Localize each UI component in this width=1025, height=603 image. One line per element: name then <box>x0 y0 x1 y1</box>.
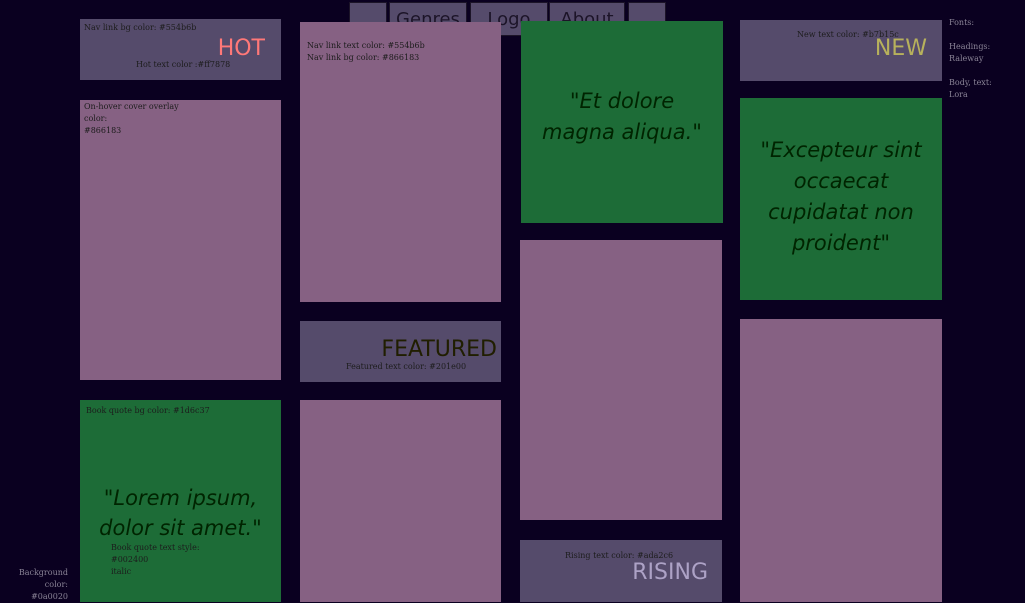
quote-2-line-1: "Et dolore <box>569 89 675 113</box>
hot-tile[interactable]: Nav link bg color: #554b6b HOT Hot text … <box>80 19 281 80</box>
overlay-note-1: On-hover cover overlay <box>84 102 179 111</box>
background-note-1: Background <box>18 568 68 577</box>
quote-style-note-3: italic <box>111 567 132 576</box>
rising-label: RISING <box>632 560 708 585</box>
cover-tile-col2-bottom[interactable] <box>300 400 501 602</box>
hot-label: HOT <box>217 36 265 61</box>
quote-style-note-1: Book quote text style: <box>111 543 200 552</box>
cover-tile-overlay[interactable]: On-hover cover overlay color: #866183 <box>80 100 281 380</box>
featured-note: Featured text color: #201e00 <box>346 362 467 371</box>
cover-tile-col4-bottom[interactable] <box>740 319 942 602</box>
nav-text-note-2: Nav link bg color: #866183 <box>307 53 420 62</box>
quote-3-line-1: "Excepteur sint <box>760 138 922 162</box>
body-label: Body, text: <box>949 78 992 87</box>
overlay-note-3: #866183 <box>84 126 122 135</box>
headings-font: Raleway <box>949 54 984 63</box>
quote-style-note-2: #002400 <box>111 555 149 564</box>
book-quote-tile-1[interactable]: Book quote bg color: #1d6c37 "Lorem ipsu… <box>80 400 281 602</box>
body-font: Lora <box>949 90 968 99</box>
book-quote-tile-3[interactable]: "Excepteur sint occaecat cupidatat non p… <box>740 98 942 300</box>
quote-bg-note: Book quote bg color: #1d6c37 <box>86 406 210 415</box>
cover-tile-col3-middle[interactable] <box>520 240 722 520</box>
headings-label: Headings: <box>949 42 991 51</box>
quote-1-line-1: "Lorem ipsum, <box>103 486 258 510</box>
quote-2-line-2: magna aliqua." <box>542 120 702 144</box>
overlay-note-2: color: <box>84 114 108 123</box>
hot-note-top: Nav link bg color: #554b6b <box>84 23 197 32</box>
new-label: NEW <box>874 36 927 61</box>
rising-tile[interactable]: Rising text color: #ada2c6 RISING <box>520 540 722 602</box>
hot-note-bottom: Hot text color :#ff7878 <box>136 60 231 69</box>
quote-text-3: "Excepteur sint occaecat cupidatat non p… <box>740 135 942 259</box>
featured-tile[interactable]: FEATURED Featured text color: #201e00 <box>300 321 501 382</box>
background-note-2: color: <box>44 580 68 589</box>
new-tile[interactable]: New text color: #b7b15c NEW <box>740 20 942 81</box>
background-note-3: #0a0020 <box>31 592 68 601</box>
quote-text-1: "Lorem ipsum, dolor sit amet." <box>80 483 281 543</box>
quote-3-line-4: proident" <box>791 231 891 255</box>
background-color-note: Background color: #0a0020 <box>10 567 68 603</box>
quote-3-line-2: occaecat <box>793 169 889 193</box>
quote-3-line-3: cupidatat non <box>768 200 914 224</box>
quote-text-2: "Et dolore magna aliqua." <box>521 86 723 148</box>
quote-1-line-2: dolor sit amet." <box>99 516 262 540</box>
cover-tile-nav-notes[interactable]: Nav link text color: #554b6b Nav link bg… <box>300 22 501 302</box>
featured-label: FEATURED <box>381 337 497 362</box>
book-quote-tile-2[interactable]: "Et dolore magna aliqua." <box>521 21 723 223</box>
nav-text-note-1: Nav link text color: #554b6b <box>307 41 425 50</box>
fonts-title: Fonts: <box>949 18 975 27</box>
